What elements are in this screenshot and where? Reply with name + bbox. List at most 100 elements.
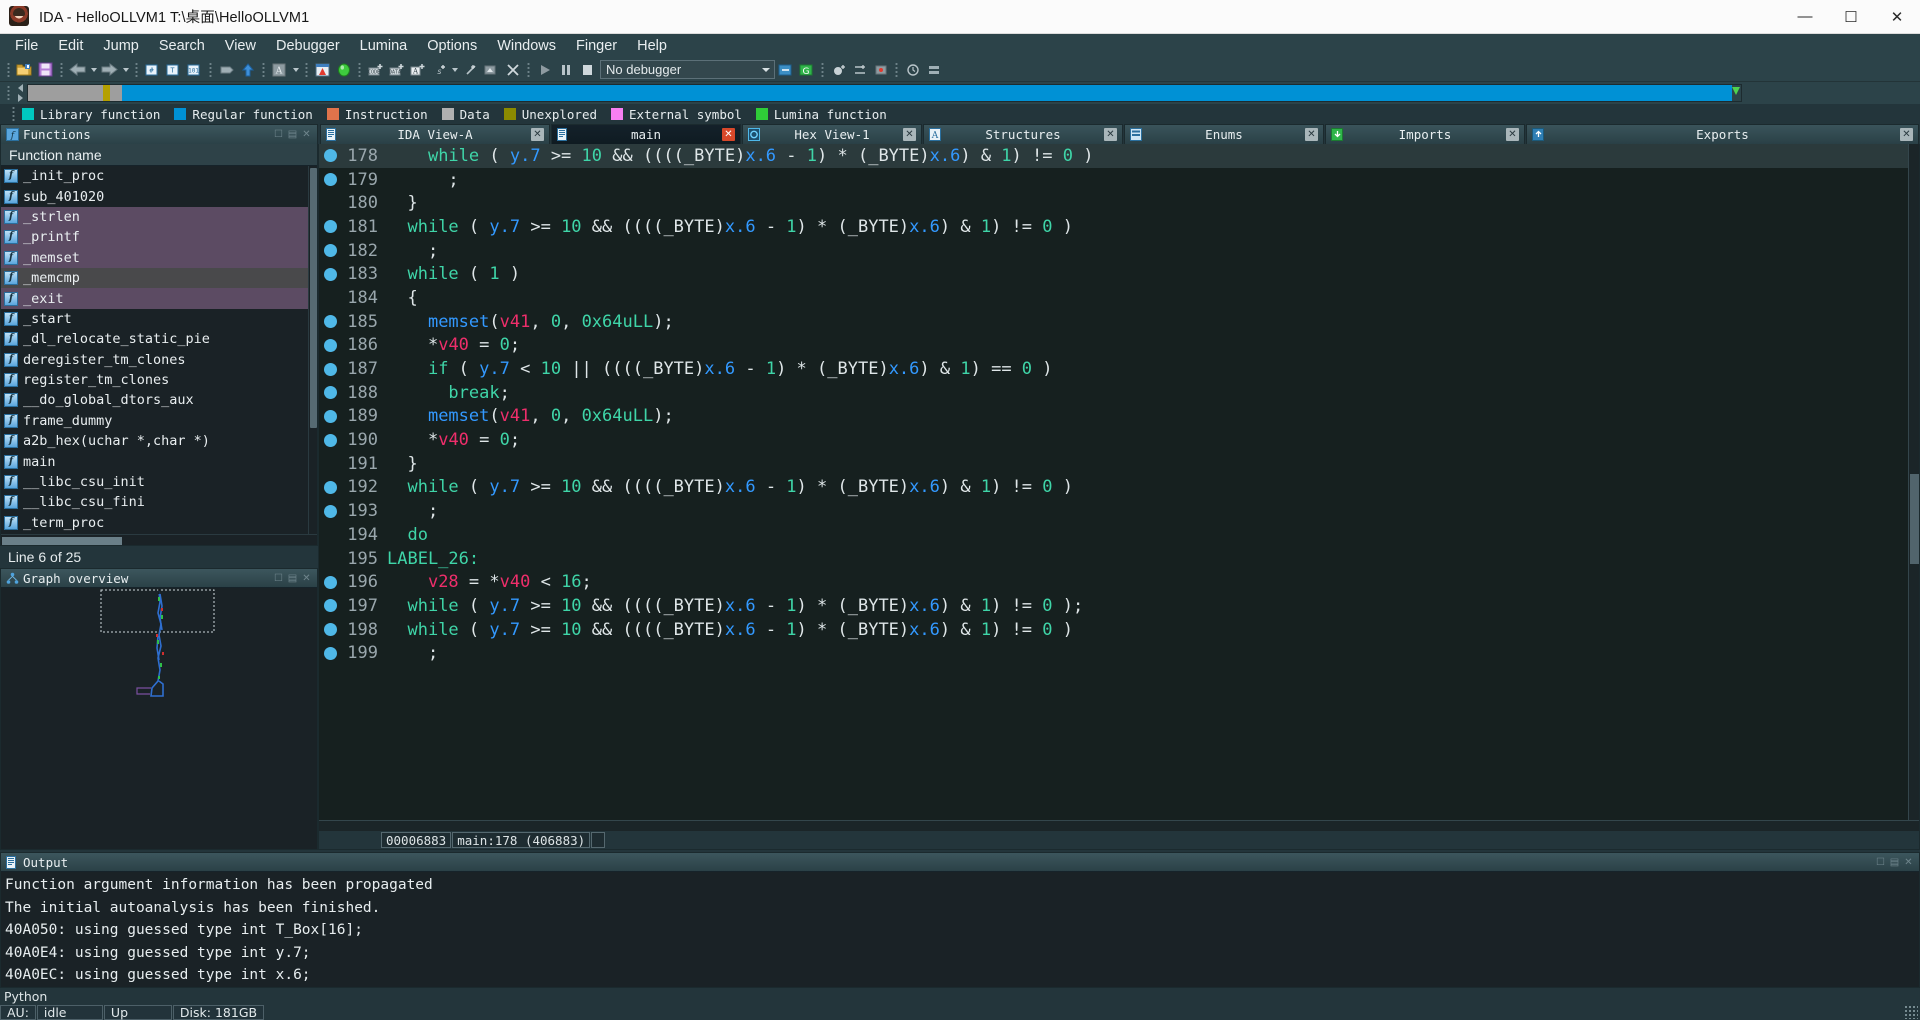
output-header[interactable]: Output ☐ ▤ ✕ (1, 853, 1919, 872)
breakpoint-marker-icon[interactable] (324, 315, 337, 329)
function-list-item[interactable]: f _memset (1, 247, 308, 268)
lumina-pull-icon[interactable]: G (796, 60, 817, 80)
tab-close-enums[interactable]: ✕ (1305, 128, 1318, 141)
pseudocode-vscroll-thumb[interactable] (1910, 474, 1919, 564)
breakpoint-marker-icon[interactable] (324, 267, 337, 281)
pseudocode-line[interactable]: 183 while ( 1 ) (319, 262, 1908, 286)
function-list-item[interactable]: f __libc_csu_init (1, 472, 308, 492)
binary-search-icon[interactable] (216, 60, 237, 80)
restore-icon[interactable]: ☐ (1875, 857, 1886, 868)
pseudocode-line[interactable]: 198 while ( y.7 >= 10 && ((((_BYTE)x.6 -… (319, 618, 1908, 642)
open-file-icon[interactable] (14, 60, 35, 80)
output-log[interactable]: Function argument information has been p… (1, 872, 1910, 987)
pseudocode-line[interactable]: 179 ; (319, 168, 1908, 192)
toolbar-grip-3[interactable] (133, 60, 140, 79)
breakpoint-marker-icon[interactable] (324, 433, 337, 447)
debug-options-icon[interactable] (775, 60, 796, 80)
tab-main[interactable]: main ✕ (551, 124, 741, 144)
pseudocode-line[interactable]: 199 ; (319, 641, 1908, 665)
function-list-item[interactable]: f deregister_tm_clones (1, 350, 308, 370)
tab-close-hex-view-1[interactable]: ✕ (903, 128, 916, 141)
navband-arrows[interactable] (14, 82, 27, 104)
pseudocode-view[interactable]: 178 while ( y.7 >= 10 && ((((_BYTE)x.6 -… (319, 144, 1919, 820)
function-list-item[interactable]: f _init_proc (1, 166, 308, 186)
pseudocode-line[interactable]: 197 while ( y.7 >= 10 && ((((_BYTE)x.6 -… (319, 594, 1908, 618)
breakpoint-marker-icon[interactable] (324, 504, 337, 518)
menu-edit[interactable]: Edit (48, 36, 93, 56)
breakpoint-marker-icon[interactable] (324, 149, 337, 163)
function-list-item[interactable]: f _printf (1, 227, 308, 248)
alert-icon[interactable] (312, 60, 333, 80)
text-style-icon[interactable]: A (269, 60, 290, 80)
functions-hscroll-thumb[interactable] (2, 536, 122, 545)
close-icon[interactable]: ✕ (1903, 857, 1914, 868)
breakpoints-icon[interactable] (870, 60, 891, 80)
function-list-item[interactable]: f frame_dummy (1, 411, 308, 431)
forward-dropdown-arrow[interactable] (120, 60, 131, 80)
function-list-item[interactable]: f register_tm_clones (1, 370, 308, 390)
function-list-item[interactable]: f __libc_csu_fini (1, 492, 308, 512)
breakpoint-slot[interactable] (324, 528, 337, 541)
function-list-item[interactable]: f _term_proc (1, 513, 308, 533)
functions-panel-header[interactable]: f Functions ☐ ▤ ✕ (0, 124, 318, 144)
pseudocode-line[interactable]: 188 break; (319, 381, 1908, 405)
breakpoint-marker-icon[interactable] (324, 575, 337, 589)
add-bpt-icon[interactable] (828, 60, 849, 80)
pseudocode-line[interactable]: 187 if ( y.7 < 10 || ((((_BYTE)x.6 - 1) … (319, 357, 1908, 381)
menu-jump[interactable]: Jump (93, 36, 148, 56)
functions-vscroll-thumb[interactable] (310, 168, 317, 428)
pseudocode-line[interactable]: 192 while ( y.7 >= 10 && ((((_BYTE)x.6 -… (319, 476, 1908, 500)
function-list-item[interactable]: f _memcmp (1, 267, 308, 289)
function-list-item[interactable]: f _start (1, 309, 308, 329)
debugger-select[interactable]: No debugger (600, 60, 775, 79)
tab-close-exports[interactable]: ✕ (1900, 128, 1913, 141)
functions-vscrollbar[interactable] (308, 166, 317, 534)
breakpoint-marker-icon[interactable] (324, 386, 337, 400)
breakpoint-marker-icon[interactable] (324, 623, 337, 637)
make-func-icon[interactable] (481, 60, 502, 80)
pseudocode-line[interactable]: 182 ; (319, 239, 1908, 263)
function-list-item[interactable]: f sub_401020 (1, 186, 308, 206)
tab-imports[interactable]: Imports ✕ (1325, 124, 1525, 144)
toolbar-grip-7[interactable] (356, 60, 363, 79)
tab-ida-view-a[interactable]: IDA View-A ✕ (320, 124, 550, 144)
close-icon[interactable]: ✕ (301, 129, 312, 140)
struct-dropdown-arrow[interactable] (449, 60, 460, 80)
search-hex-icon[interactable]: # (142, 60, 163, 80)
close-icon[interactable]: ✕ (301, 573, 312, 584)
menu-view[interactable]: View (215, 36, 266, 56)
search-text-icon[interactable]: T (163, 60, 184, 80)
tab-structures[interactable]: A Structures ✕ (923, 124, 1123, 144)
toolbar-grip-8[interactable] (525, 60, 532, 79)
breakpoint-slot[interactable] (324, 197, 337, 210)
data-icon[interactable]: DATA (386, 60, 407, 80)
breakpoint-marker-icon[interactable] (324, 599, 337, 613)
tab-exports[interactable]: Exports ✕ (1526, 124, 1919, 144)
toolbar-grip-10[interactable] (893, 60, 900, 79)
undefine-icon[interactable] (460, 60, 481, 80)
maximize-button[interactable]: ☐ (1828, 0, 1874, 34)
stack-icon[interactable] (923, 60, 944, 80)
breakpoint-marker-icon[interactable] (324, 220, 337, 234)
back-dropdown-arrow[interactable] (88, 60, 99, 80)
toolbar-grip-2[interactable] (58, 60, 65, 79)
watch-icon[interactable] (902, 60, 923, 80)
float-icon[interactable]: ▤ (287, 573, 298, 584)
jump-up-icon[interactable] (237, 60, 258, 80)
breakpoint-marker-icon[interactable] (324, 244, 337, 258)
restore-icon[interactable]: ☐ (273, 129, 284, 140)
search-imm-icon[interactable]: 101 (184, 60, 205, 80)
pseudocode-line[interactable]: 196 v28 = *v40 < 16; (319, 570, 1908, 594)
pseudocode-line[interactable]: 178 while ( y.7 >= 10 && ((((_BYTE)x.6 -… (319, 144, 1908, 168)
struct-icon[interactable]: s (428, 60, 449, 80)
menu-debugger[interactable]: Debugger (266, 36, 350, 56)
breakpoint-marker-icon[interactable] (324, 362, 337, 376)
pseudocode-line[interactable]: 189 memset(v41, 0, 0x64uLL); (319, 405, 1908, 429)
pseudocode-line[interactable]: 184 { (319, 286, 1908, 310)
functions-hscrollbar[interactable] (1, 534, 317, 545)
back-icon[interactable] (67, 60, 88, 80)
pseudocode-line[interactable]: 185 memset(v41, 0, 0x64uLL); (319, 310, 1908, 334)
breakpoint-marker-icon[interactable] (324, 646, 337, 660)
breakpoint-slot[interactable] (324, 291, 337, 304)
function-list-item[interactable]: f _strlen (1, 206, 308, 228)
